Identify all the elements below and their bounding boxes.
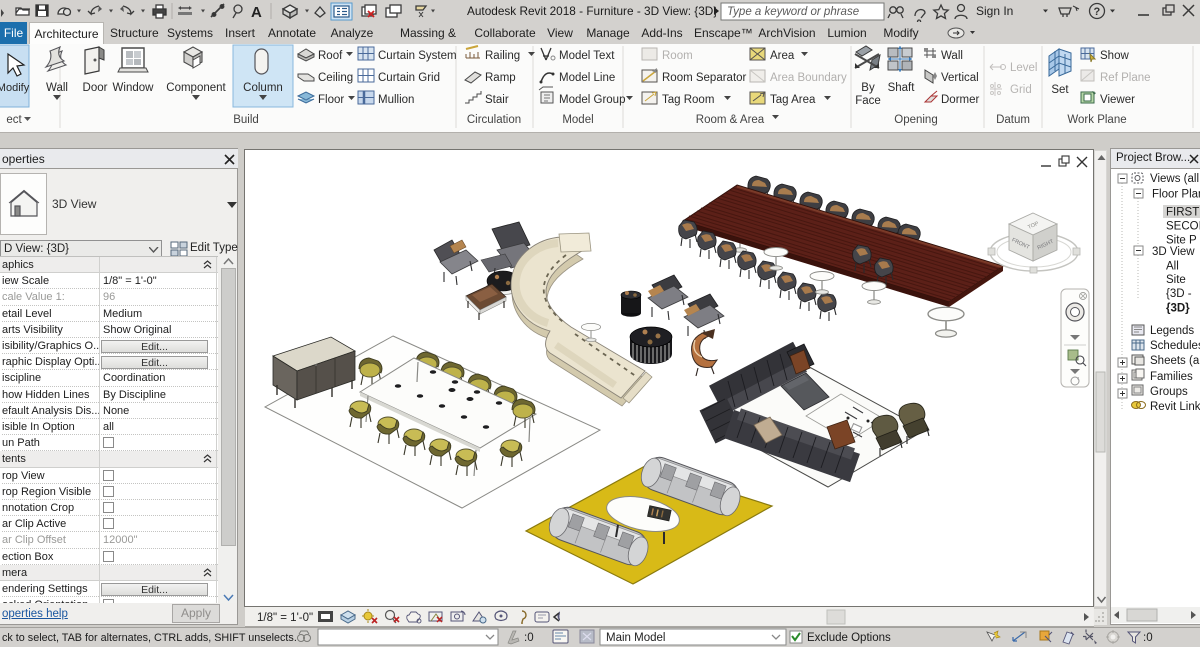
svg-text:Roof: Roof	[318, 50, 343, 62]
svg-text:Tag Room: Tag Room	[662, 94, 714, 106]
svg-text:Floor Plan: Floor Plan	[1152, 189, 1200, 201]
svg-text:Room: Room	[662, 50, 693, 62]
svg-text:Room Separator: Room Separator	[662, 72, 747, 84]
svg-text:1/8" = 1'-0": 1/8" = 1'-0"	[257, 612, 313, 624]
svg-text:Model Line: Model Line	[559, 72, 615, 84]
svg-text:Schedules: Schedules	[1150, 340, 1200, 352]
svg-text:Groups: Groups	[1150, 386, 1188, 398]
svg-text:ect: ect	[6, 114, 22, 126]
svg-text:Viewer: Viewer	[1100, 94, 1135, 106]
svg-text:Window: Window	[113, 82, 155, 94]
svg-text:Site: Site	[1166, 274, 1186, 286]
svg-text:Views (all: Views (all	[1150, 173, 1199, 185]
svg-text:Curtain System: Curtain System	[378, 50, 457, 62]
svg-text:Show: Show	[1100, 50, 1129, 62]
svg-text:Families: Families	[1150, 371, 1193, 383]
svg-text:Wall: Wall	[46, 82, 68, 94]
svg-text:FIRST: FIRST	[1166, 207, 1199, 219]
svg-text:Revit Link: Revit Link	[1150, 401, 1200, 413]
svg-text:Wall: Wall	[941, 50, 963, 62]
svg-text:Set: Set	[1051, 84, 1069, 96]
svg-text:Face: Face	[855, 95, 881, 107]
svg-text:Railing: Railing	[485, 50, 520, 62]
svg-text:All: All	[1166, 261, 1179, 273]
svg-text:Shaft: Shaft	[888, 82, 916, 94]
svg-text:ck to select, TAB for alternat: ck to select, TAB for alternates, CTRL a…	[2, 632, 297, 644]
svg-text:Vertical: Vertical	[941, 72, 979, 84]
svg-text:Modify: Modify	[0, 82, 30, 94]
svg-text:Curtain Grid: Curtain Grid	[378, 72, 440, 84]
svg-text:Door: Door	[83, 82, 108, 94]
svg-text:Tag Area: Tag Area	[770, 94, 816, 106]
svg-text:Dormer: Dormer	[941, 94, 980, 106]
svg-text::0: :0	[1143, 632, 1153, 644]
svg-text:Mullion: Mullion	[378, 94, 414, 106]
svg-text:Grid: Grid	[1010, 84, 1032, 96]
svg-text:By: By	[861, 82, 875, 94]
svg-text:Opening: Opening	[894, 114, 937, 126]
svg-text:{3D}: {3D}	[1166, 303, 1190, 315]
svg-text:Ref Plane: Ref Plane	[1100, 72, 1151, 84]
svg-text:Column: Column	[243, 82, 283, 94]
svg-text:Model Group: Model Group	[559, 94, 625, 106]
svg-text:SECOI: SECOI	[1166, 221, 1200, 233]
svg-text:Level: Level	[1010, 62, 1038, 74]
svg-text:Datum: Datum	[996, 114, 1030, 126]
svg-text:Model: Model	[562, 114, 593, 126]
svg-text:Type a keyword or phrase: Type a keyword or phrase	[727, 6, 859, 18]
svg-text:Ramp: Ramp	[485, 72, 516, 84]
svg-text:3D View: 3D View	[1152, 246, 1195, 258]
svg-text:Ceiling: Ceiling	[318, 72, 353, 84]
svg-text:A: A	[251, 4, 262, 21]
svg-text:Floor: Floor	[318, 94, 344, 106]
svg-text:Room & Area: Room & Area	[696, 114, 765, 126]
svg-text:Stair: Stair	[485, 94, 509, 106]
svg-text:?: ?	[1094, 6, 1101, 18]
svg-text:Work Plane: Work Plane	[1067, 114, 1126, 126]
svg-text:Circulation: Circulation	[467, 114, 521, 126]
svg-text:Site P: Site P	[1166, 235, 1197, 247]
svg-text:Build: Build	[233, 114, 259, 126]
svg-text:Area Boundary: Area Boundary	[770, 72, 847, 84]
svg-text:Sheets (al: Sheets (al	[1150, 355, 1200, 367]
svg-text:Component: Component	[166, 82, 226, 94]
svg-text:{3D -: {3D -	[1166, 288, 1192, 300]
svg-text::0: :0	[524, 632, 534, 644]
svg-text:Exclude Options: Exclude Options	[807, 632, 891, 644]
svg-text:Sign In: Sign In	[976, 4, 1013, 18]
svg-text:Model Text: Model Text	[559, 50, 615, 62]
svg-text:Area: Area	[770, 50, 795, 62]
svg-text:Legends: Legends	[1150, 325, 1194, 337]
svg-text:Main Model: Main Model	[606, 632, 665, 644]
svg-text:Autodesk Revit 2018 - Furnitur: Autodesk Revit 2018 - Furniture - 3D Vie…	[467, 4, 717, 18]
